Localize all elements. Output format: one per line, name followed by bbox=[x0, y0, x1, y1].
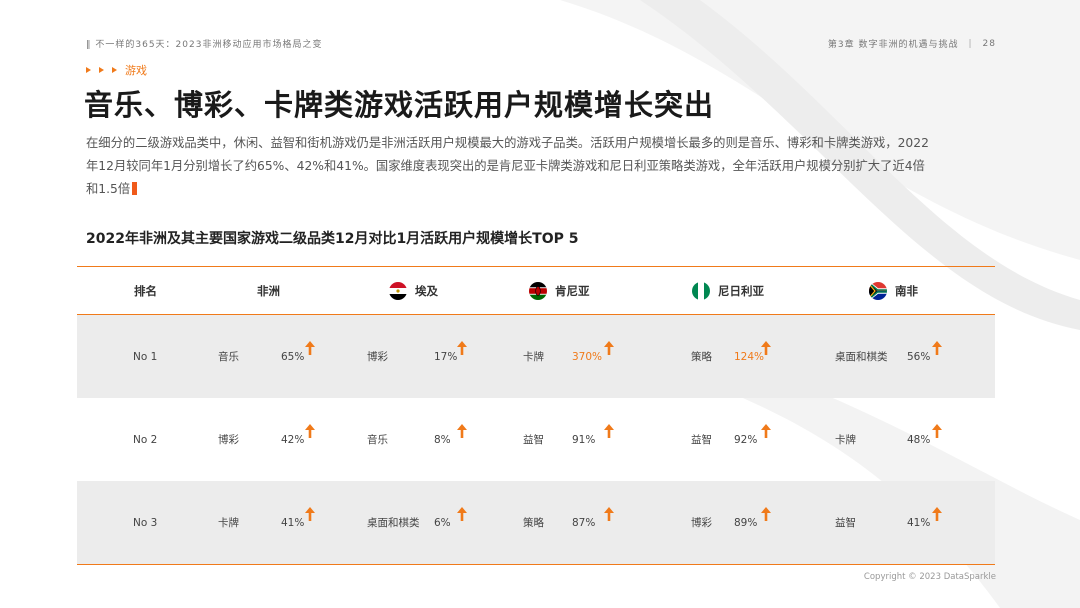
growth-percent-africa: 42% bbox=[281, 433, 305, 446]
growth-percent-africa: 65% bbox=[281, 350, 305, 363]
triangle-icon bbox=[112, 67, 117, 73]
page-title: 音乐、博彩、卡牌类游戏活跃用户规模增长突出 bbox=[84, 88, 715, 122]
column-header-africa: 非洲 bbox=[257, 283, 280, 298]
header-chapter: 第3章 数字非洲的机遇与挑战 bbox=[827, 40, 959, 50]
egypt-flag-icon bbox=[389, 281, 407, 300]
category-cell-africa: 博彩 bbox=[218, 434, 239, 446]
column-header-nigeria: 尼日利亚 bbox=[692, 281, 764, 300]
category-cell-kenya: 策略 bbox=[523, 517, 544, 529]
arrow-up-icon bbox=[305, 507, 315, 521]
category-cell-south-africa: 益智 bbox=[835, 517, 856, 529]
kenya-flag-icon bbox=[529, 281, 547, 300]
arrow-up-icon bbox=[932, 341, 942, 355]
growth-percent-kenya: 370% bbox=[572, 350, 603, 363]
category-cell-south-africa: 卡牌 bbox=[835, 434, 856, 446]
table-title: 2022年非洲及其主要国家游戏二级品类12月对比1月活跃用户规模增长TOP 5 bbox=[86, 231, 579, 247]
category-cell-egypt: 音乐 bbox=[367, 434, 388, 446]
growth-percent-nigeria: 92% bbox=[734, 433, 758, 446]
section-tag: 游戏 bbox=[86, 62, 147, 78]
intro-text: 在细分的二级游戏品类中，休闲、益智和街机游戏仍是非洲活跃用户规模最大的游戏子品类… bbox=[86, 136, 929, 196]
category-cell-egypt: 博彩 bbox=[367, 351, 388, 363]
arrow-up-icon bbox=[305, 424, 315, 438]
arrow-up-icon bbox=[761, 341, 771, 355]
growth-percent-egypt: 8% bbox=[434, 433, 451, 446]
column-header-egypt: 埃及 bbox=[389, 281, 438, 300]
category-cell-egypt: 桌面和棋类 bbox=[367, 517, 420, 529]
section-tag-label: 游戏 bbox=[125, 64, 147, 77]
growth-percent-south-africa: 41% bbox=[907, 516, 931, 529]
column-header-rank: 排名 bbox=[134, 283, 157, 298]
arrow-up-icon bbox=[761, 507, 771, 521]
growth-percent-nigeria: 124% bbox=[734, 350, 765, 363]
arrow-up-icon bbox=[932, 424, 942, 438]
table-row: No 1 音乐 65% 博彩 17% 卡牌 370% 策略 124% 桌面和棋类 56% bbox=[77, 315, 995, 398]
category-cell-nigeria: 益智 bbox=[691, 434, 712, 446]
rank-cell: No 3 bbox=[133, 516, 158, 529]
category-cell-kenya: 卡牌 bbox=[523, 351, 544, 363]
category-cell-africa: 卡牌 bbox=[218, 517, 239, 529]
triangle-icon bbox=[99, 67, 104, 73]
growth-percent-south-africa: 56% bbox=[907, 350, 931, 363]
south-africa-flag-icon bbox=[869, 281, 887, 300]
growth-percent-egypt: 6% bbox=[434, 516, 451, 529]
growth-percent-south-africa: 48% bbox=[907, 433, 931, 446]
growth-percent-egypt: 17% bbox=[434, 350, 458, 363]
rank-cell: No 1 bbox=[133, 350, 158, 363]
arrow-up-icon bbox=[761, 424, 771, 438]
growth-percent-nigeria: 89% bbox=[734, 516, 758, 529]
rank-cell: No 2 bbox=[133, 433, 158, 446]
arrow-up-icon bbox=[305, 341, 315, 355]
growth-percent-kenya: 91% bbox=[572, 433, 596, 446]
arrow-up-icon bbox=[932, 507, 942, 521]
arrow-up-icon bbox=[604, 341, 614, 355]
column-header-south-africa: 南非 bbox=[869, 281, 918, 300]
header-report-title: ‖ 不一样的365天：2023非洲移动应用市场格局之变 bbox=[86, 40, 323, 50]
arrow-up-icon bbox=[604, 424, 614, 438]
growth-table: 排名 非洲 埃及 肯尼亚 尼日利亚 南非 No 1 音乐 65% 博彩 17% … bbox=[77, 266, 995, 565]
copyright: Copyright © 2023 DataSparkle bbox=[863, 572, 996, 582]
column-header-kenya: 肯尼亚 bbox=[529, 281, 590, 300]
category-cell-south-africa: 桌面和棋类 bbox=[835, 351, 888, 363]
arrow-up-icon bbox=[457, 341, 467, 355]
triangle-icon bbox=[86, 67, 91, 73]
category-cell-nigeria: 博彩 bbox=[691, 517, 712, 529]
table-row: No 3 卡牌 41% 桌面和棋类 6% 策略 87% 博彩 89% 益智 41% bbox=[77, 481, 995, 564]
header-separator: | bbox=[968, 38, 973, 49]
end-mark-icon bbox=[132, 182, 138, 195]
category-cell-africa: 音乐 bbox=[218, 351, 239, 363]
nigeria-flag-icon bbox=[692, 281, 710, 300]
header-right: 第3章 数字非洲的机遇与挑战 | 28 bbox=[827, 37, 996, 51]
table-header: 排名 非洲 埃及 肯尼亚 尼日利亚 南非 bbox=[77, 266, 995, 315]
arrow-up-icon bbox=[457, 424, 467, 438]
category-cell-kenya: 益智 bbox=[523, 434, 544, 446]
intro-paragraph: 在细分的二级游戏品类中，休闲、益智和街机游戏仍是非洲活跃用户规模最大的游戏子品类… bbox=[86, 132, 936, 201]
arrow-up-icon bbox=[604, 507, 614, 521]
category-cell-nigeria: 策略 bbox=[691, 351, 712, 363]
arrow-up-icon bbox=[457, 507, 467, 521]
table-row: No 2 博彩 42% 音乐 8% 益智 91% 益智 92% 卡牌 48% bbox=[77, 398, 995, 481]
page-number: 28 bbox=[982, 38, 996, 49]
growth-percent-africa: 41% bbox=[281, 516, 305, 529]
growth-percent-kenya: 87% bbox=[572, 516, 596, 529]
table-bottom-border bbox=[77, 564, 995, 565]
